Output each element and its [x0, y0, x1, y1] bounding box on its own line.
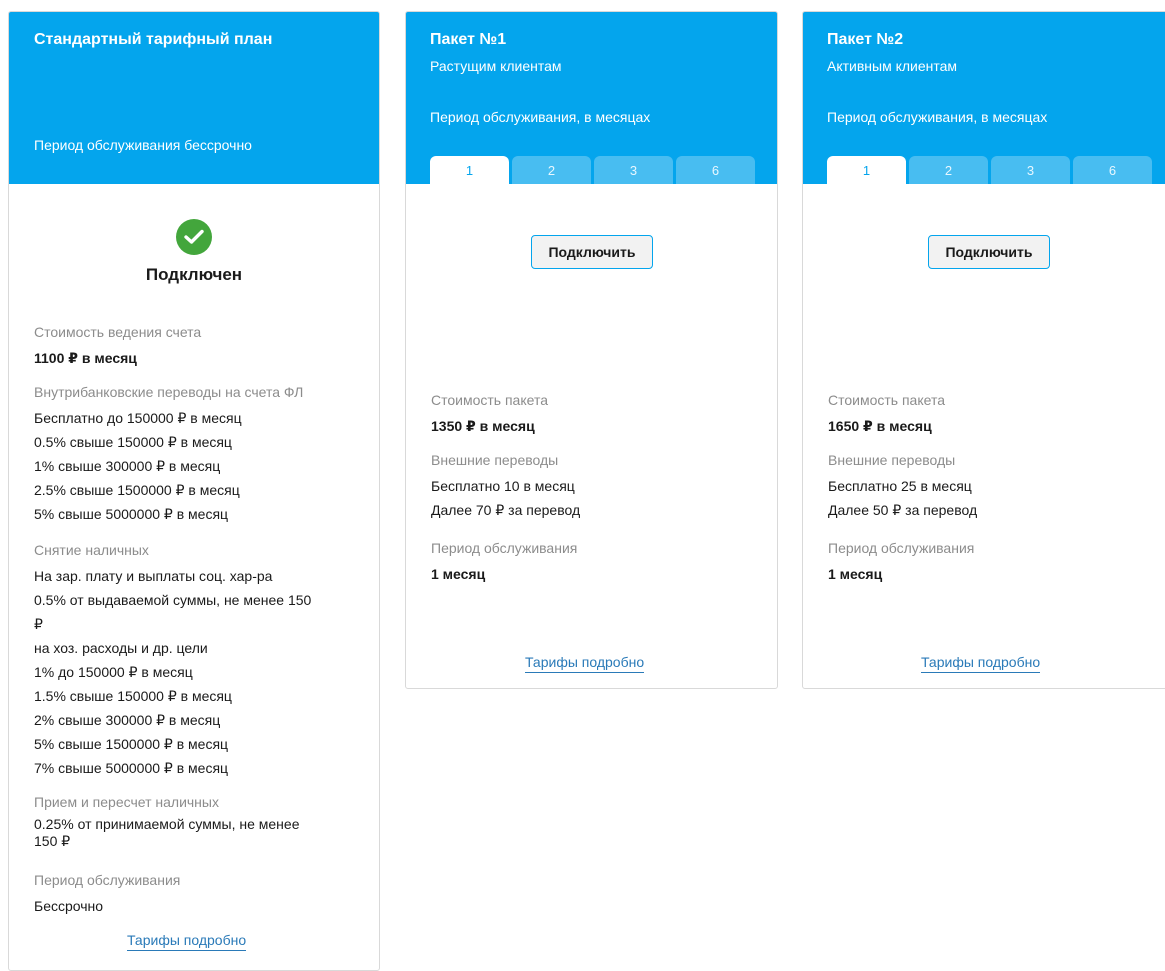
tariff-details-link[interactable]: Тарифы подробно	[525, 654, 645, 673]
service-period-value: 1 месяц	[431, 566, 486, 582]
external-transfers-line: Бесплатно 25 в месяц	[828, 478, 972, 494]
tariff-details-link[interactable]: Тарифы подробно	[921, 654, 1041, 673]
period-tabs: 1 2 3 6	[430, 156, 755, 184]
internal-transfers-line: 2.5% свыше 1500000 ₽ в месяц	[34, 482, 240, 498]
account-cost-label: Стоимость ведения счета	[34, 324, 202, 340]
cash-withdrawal-line: На зар. плату и выплаты соц. хар-ра	[34, 568, 273, 584]
cash-deposit-line: 0.25% от принимаемой суммы, не менее	[34, 816, 300, 832]
period-tab-1[interactable]: 1	[430, 156, 509, 184]
package-cost-value: 1650 ₽ в месяц	[828, 418, 932, 434]
connect-button[interactable]: Подключить	[531, 235, 653, 269]
card-subtitle: Активным клиентам	[827, 58, 958, 74]
connect-button[interactable]: Подключить	[928, 235, 1050, 269]
period-tab-3[interactable]: 3	[594, 156, 673, 184]
service-period-label: Период обслуживания	[34, 872, 181, 888]
package-cost-label: Стоимость пакета	[828, 392, 945, 408]
check-circle-icon	[176, 219, 212, 255]
tariff-card-standard: Стандартный тарифный план Период обслужи…	[8, 11, 380, 971]
internal-transfers-line: 1% свыше 300000 ₽ в месяц	[34, 458, 221, 474]
card-subtitle: Растущим клиентам	[430, 58, 562, 74]
status-label: Подключен	[145, 265, 243, 284]
cash-withdrawal-line: 0.5% от выдаваемой суммы, не менее 150	[34, 592, 312, 608]
external-transfers-label: Внешние переводы	[431, 452, 559, 468]
connection-status: Подключен	[9, 219, 379, 285]
tariff-card-package-2: Пакет №2 Активным клиентам Период обслуж…	[802, 11, 1165, 689]
card-title: Пакет №2	[827, 31, 904, 48]
internal-transfers-line: 5% свыше 5000000 ₽ в месяц	[34, 506, 229, 522]
internal-transfers-label: Внутрибанковские переводы на счета ФЛ	[34, 384, 304, 400]
period-info: Период обслуживания, в месяцах	[430, 109, 651, 125]
package-cost-label: Стоимость пакета	[431, 392, 548, 408]
period-info: Период обслуживания бессрочно	[34, 137, 252, 153]
cash-deposit-label: Прием и пересчет наличных	[34, 794, 219, 810]
card-title: Пакет №1	[430, 31, 507, 48]
card-header: Пакет №2 Активным клиентам Период обслуж…	[803, 12, 1165, 184]
period-tab-2[interactable]: 2	[512, 156, 591, 184]
tariff-details-link[interactable]: Тарифы подробно	[127, 932, 247, 951]
period-tab-6[interactable]: 6	[1073, 156, 1152, 184]
cash-withdrawal-line: 1.5% свыше 150000 ₽ в месяц	[34, 688, 232, 704]
cash-withdrawal-line: 2% свыше 300000 ₽ в месяц	[34, 712, 221, 728]
card-header: Стандартный тарифный план Период обслужи…	[9, 12, 379, 184]
account-cost-value: 1100 ₽ в месяц	[34, 350, 137, 366]
period-tab-2[interactable]: 2	[909, 156, 988, 184]
cash-withdrawal-line: ₽	[34, 616, 43, 632]
period-tab-6[interactable]: 6	[676, 156, 755, 184]
period-tabs: 1 2 3 6	[827, 156, 1152, 184]
card-title: Стандартный тарифный план	[34, 31, 273, 48]
external-transfers-line: Бесплатно 10 в месяц	[431, 478, 575, 494]
cash-withdrawal-line: 7% свыше 5000000 ₽ в месяц	[34, 760, 229, 776]
service-period-value: Бессрочно	[34, 898, 104, 914]
external-transfers-line: Далее 70 ₽ за перевод	[431, 502, 581, 518]
internal-transfers-line: Бесплатно до 150000 ₽ в месяц	[34, 410, 242, 426]
card-header: Пакет №1 Растущим клиентам Период обслуж…	[406, 12, 777, 184]
service-period-value: 1 месяц	[828, 566, 883, 582]
cash-withdrawal-line: на хоз. расходы и др. цели	[34, 640, 208, 656]
period-info: Период обслуживания, в месяцах	[827, 109, 1048, 125]
cash-withdrawal-label: Снятие наличных	[34, 542, 149, 558]
external-transfers-line: Далее 50 ₽ за перевод	[828, 502, 978, 518]
cash-withdrawal-line: 5% свыше 1500000 ₽ в месяц	[34, 736, 229, 752]
tariff-card-package-1: Пакет №1 Растущим клиентам Период обслуж…	[405, 11, 778, 689]
external-transfers-label: Внешние переводы	[828, 452, 956, 468]
package-cost-value: 1350 ₽ в месяц	[431, 418, 535, 434]
cash-withdrawal-line: 1% до 150000 ₽ в месяц	[34, 664, 193, 680]
service-period-label: Период обслуживания	[431, 540, 578, 556]
period-tab-1[interactable]: 1	[827, 156, 906, 184]
period-tab-3[interactable]: 3	[991, 156, 1070, 184]
cash-deposit-line: 150 ₽	[34, 833, 71, 849]
service-period-label: Период обслуживания	[828, 540, 975, 556]
internal-transfers-line: 0.5% свыше 150000 ₽ в месяц	[34, 434, 232, 450]
